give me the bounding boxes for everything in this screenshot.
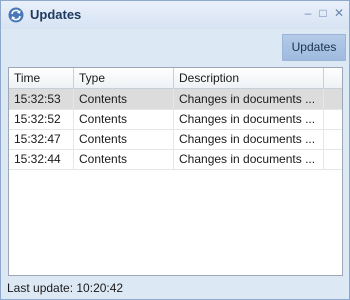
cell-time: 15:32:53: [9, 89, 74, 109]
cell-description: Changes in documents ...: [174, 129, 324, 149]
table-row[interactable]: 15:32:47 Contents Changes in documents .…: [9, 129, 342, 150]
cell-description: Changes in documents ...: [174, 149, 324, 169]
refresh-arrows-icon: [8, 7, 24, 23]
cell-type: Contents: [74, 89, 174, 109]
minimize-button[interactable]: –: [301, 6, 315, 20]
column-header-description[interactable]: Description: [174, 68, 324, 88]
cell-description: Changes in documents ...: [174, 89, 324, 109]
cell-type: Contents: [74, 149, 174, 169]
updates-window: Updates – □ ✕ Updates Time Type Descript…: [0, 0, 350, 300]
cell-time: 15:32:47: [9, 129, 74, 149]
table-row[interactable]: 15:32:44 Contents Changes in documents .…: [9, 149, 342, 170]
column-header-type[interactable]: Type: [74, 68, 174, 88]
status-text: Last update: 10:20:42: [7, 281, 124, 295]
table-row[interactable]: 15:32:53 Contents Changes in documents .…: [9, 89, 342, 110]
close-button[interactable]: ✕: [332, 6, 346, 20]
updates-button[interactable]: Updates: [282, 34, 346, 61]
title-bar[interactable]: Updates – □ ✕: [1, 1, 349, 29]
column-header-filler: [324, 68, 342, 88]
cell-description: Changes in documents ...: [174, 109, 324, 129]
cell-type: Contents: [74, 129, 174, 149]
cell-time: 15:32:44: [9, 149, 74, 169]
column-header-time[interactable]: Time: [9, 68, 74, 88]
cell-time: 15:32:52: [9, 109, 74, 129]
cell-type: Contents: [74, 109, 174, 129]
grid-header: Time Type Description: [9, 68, 342, 89]
table-row[interactable]: 15:32:52 Contents Changes in documents .…: [9, 109, 342, 130]
window-title: Updates: [30, 7, 82, 22]
maximize-button[interactable]: □: [316, 6, 330, 20]
updates-grid[interactable]: Time Type Description 15:32:53 Contents …: [8, 67, 343, 276]
